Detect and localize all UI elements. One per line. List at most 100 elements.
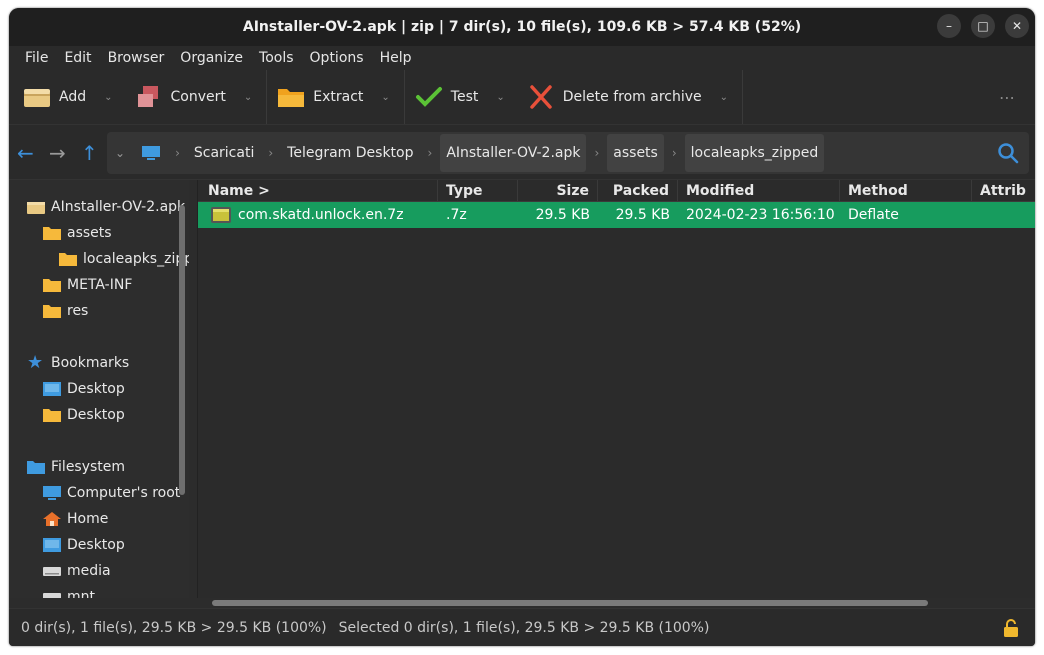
- toolbar: Add ⌄ Convert ⌄ Extract ⌄ Test ⌄ Delete …: [9, 70, 1035, 124]
- menu-file[interactable]: File: [17, 50, 56, 66]
- breadcrumb-separator-icon: ›: [268, 146, 274, 160]
- home-icon: [43, 512, 61, 526]
- bookmark-desktop-folder[interactable]: Desktop: [43, 404, 125, 426]
- fs-home[interactable]: Home: [43, 508, 108, 530]
- tree-item-archive[interactable]: AInstaller-OV-2.apk: [27, 196, 185, 218]
- tree-item-meta-inf[interactable]: META-INF: [43, 274, 132, 296]
- desktop-icon: [43, 538, 61, 552]
- tree-item-res[interactable]: res: [43, 300, 88, 322]
- folder-blue-icon: [27, 461, 45, 474]
- drive-icon: [43, 567, 61, 576]
- column-method[interactable]: Method: [840, 180, 972, 202]
- breadcrumb-scaricati[interactable]: Scaricati: [188, 134, 260, 172]
- breadcrumb-assets[interactable]: assets: [607, 134, 664, 172]
- tree-item-localeapks[interactable]: localeapks_zipped: [59, 248, 189, 270]
- search-icon[interactable]: [997, 142, 1019, 164]
- fs-label: Desktop: [67, 537, 125, 553]
- table-row[interactable]: com.skatd.unlock.en.7z .7z 29.5 KB 29.5 …: [198, 202, 1035, 228]
- add-dropdown-icon[interactable]: ⌄: [104, 92, 112, 103]
- horizontal-scrollbar[interactable]: [212, 600, 928, 606]
- close-button[interactable]: ✕: [1005, 14, 1029, 38]
- forward-icon[interactable]: →: [49, 141, 66, 165]
- cell-method: Deflate: [848, 207, 899, 223]
- computer-icon: [43, 486, 61, 500]
- filesystem-header[interactable]: Filesystem: [27, 456, 125, 478]
- menu-organize[interactable]: Organize: [172, 50, 251, 66]
- more-options-icon[interactable]: ⋯: [999, 88, 1017, 107]
- column-name[interactable]: Name >: [198, 180, 438, 202]
- up-icon[interactable]: ↑: [81, 141, 98, 165]
- breadcrumb-telegram-desktop[interactable]: Telegram Desktop: [281, 134, 419, 172]
- menu-options[interactable]: Options: [302, 50, 372, 66]
- convert-button[interactable]: Convert ⌄: [131, 77, 257, 117]
- status-selected: Selected 0 dir(s), 1 file(s), 29.5 KB > …: [338, 619, 710, 636]
- archive-file-icon: [211, 207, 231, 223]
- convert-icon: [137, 86, 158, 107]
- menu-help[interactable]: Help: [372, 50, 420, 66]
- history-dropdown-icon[interactable]: ⌄: [109, 134, 131, 172]
- cell-attrib: [972, 202, 1035, 228]
- breadcrumb-archive[interactable]: AInstaller-OV-2.apk: [440, 134, 587, 172]
- toolbar-group-add: Add ⌄ Convert ⌄: [19, 70, 268, 124]
- bookmark-label: Desktop: [67, 407, 125, 423]
- delete-button[interactable]: Delete from archive ⌄: [523, 77, 732, 117]
- folder-icon: [43, 305, 61, 318]
- breadcrumb-separator-icon: ›: [427, 146, 433, 160]
- filesystem-title: Filesystem: [51, 459, 126, 475]
- bookmark-label: Desktop: [67, 381, 125, 397]
- file-list: Name > Type Size Packed Modified Method …: [197, 180, 1035, 606]
- column-packed[interactable]: Packed: [598, 180, 678, 202]
- fs-desktop[interactable]: Desktop: [43, 534, 125, 556]
- extract-folder-icon: [278, 89, 305, 107]
- bookmarks-header[interactable]: ★ Bookmarks: [27, 352, 129, 374]
- toolbar-group-test: Test ⌄ Delete from archive ⌄: [411, 70, 744, 124]
- delete-dropdown-icon[interactable]: ⌄: [720, 92, 728, 103]
- menu-browser[interactable]: Browser: [100, 50, 173, 66]
- unlocked-padlock-icon[interactable]: [1003, 619, 1019, 637]
- test-button[interactable]: Test ⌄: [411, 77, 509, 117]
- tree-item-label: AInstaller-OV-2.apk: [51, 199, 186, 215]
- tree-item-assets[interactable]: assets: [43, 222, 112, 244]
- add-button[interactable]: Add ⌄: [19, 77, 117, 117]
- window-controls: – □ ✕: [937, 14, 1029, 38]
- bookmark-desktop[interactable]: Desktop: [43, 378, 125, 400]
- tree-item-label: res: [67, 303, 89, 319]
- breadcrumb: ⌄ › Scaricati › Telegram Desktop › AInst…: [107, 132, 1029, 174]
- cell-size: 29.5 KB: [535, 207, 590, 223]
- back-icon[interactable]: ←: [17, 141, 34, 165]
- extract-button[interactable]: Extract ⌄: [273, 77, 394, 117]
- test-label: Test: [450, 89, 479, 105]
- maximize-button[interactable]: □: [971, 14, 995, 38]
- extract-dropdown-icon[interactable]: ⌄: [381, 92, 389, 103]
- fs-mnt[interactable]: mnt: [43, 586, 95, 598]
- add-label: Add: [59, 89, 87, 105]
- tree-item-label: assets: [67, 225, 112, 241]
- convert-label: Convert: [170, 89, 226, 105]
- tree-item-label: META-INF: [67, 277, 133, 293]
- minimize-button[interactable]: –: [937, 14, 961, 38]
- sidebar-scrollbar[interactable]: [179, 205, 185, 495]
- cell-type: .7z: [446, 207, 467, 223]
- menu-tools[interactable]: Tools: [251, 50, 302, 66]
- menu-edit[interactable]: Edit: [56, 50, 99, 66]
- fs-media[interactable]: media: [43, 560, 111, 582]
- convert-dropdown-icon[interactable]: ⌄: [244, 92, 252, 103]
- fs-label: Computer's root: [67, 485, 181, 501]
- delete-label: Delete from archive: [562, 89, 702, 105]
- computer-icon[interactable]: [135, 134, 167, 172]
- address-bar: ← → ↑ ⌄ › Scaricati › Telegram Desktop ›…: [9, 124, 1035, 180]
- breadcrumb-localeapks-zipped[interactable]: localeapks_zipped: [684, 134, 825, 172]
- sidebar: AInstaller-OV-2.apk assets localeapks_zi…: [9, 180, 189, 598]
- column-type[interactable]: Type: [438, 180, 518, 202]
- test-dropdown-icon[interactable]: ⌄: [496, 92, 504, 103]
- column-attrib[interactable]: Attrib: [972, 180, 1035, 202]
- folder-icon: [43, 227, 61, 240]
- menu-bar: File Edit Browser Organize Tools Options…: [9, 46, 1035, 70]
- bookmarks-title: Bookmarks: [51, 355, 130, 371]
- checkmark-icon: [415, 87, 442, 107]
- title-bar[interactable]: AInstaller-OV-2.apk | zip | 7 dir(s), 10…: [9, 8, 1035, 46]
- column-size[interactable]: Size: [518, 180, 598, 202]
- fs-computers-root[interactable]: Computer's root: [43, 482, 180, 504]
- breadcrumb-separator-icon: ›: [175, 146, 180, 160]
- column-modified[interactable]: Modified: [678, 180, 840, 202]
